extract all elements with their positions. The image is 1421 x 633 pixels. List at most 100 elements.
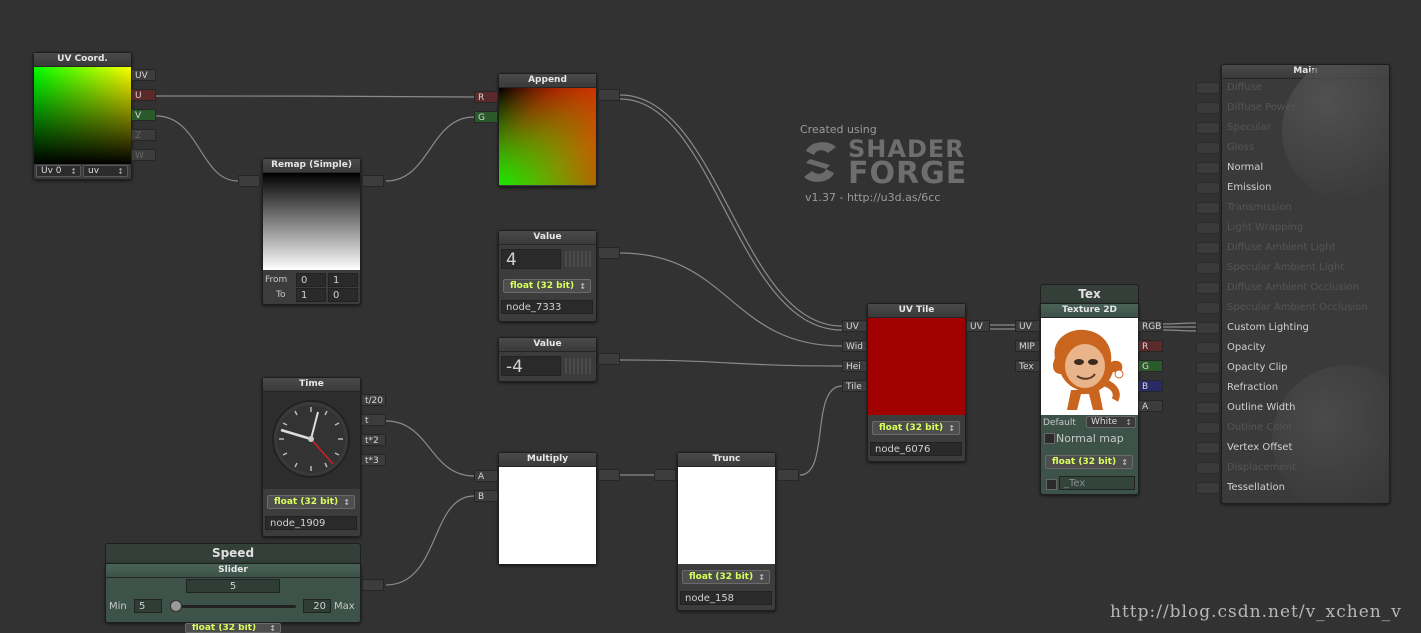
slider-title: Slider	[106, 564, 360, 578]
remap-node[interactable]: Remap (Simple) From 0 1 To 1 0	[262, 158, 361, 305]
time-title: Time	[263, 378, 360, 392]
value-1-field[interactable]: 4	[501, 249, 561, 270]
uvtile-precision-dropdown[interactable]: float (32 bit)	[872, 421, 960, 435]
remap-from-label: From	[265, 275, 288, 285]
uv-mode-dropdown[interactable]: uv	[83, 165, 128, 177]
tex-group-header[interactable]: Tex	[1040, 284, 1139, 304]
slider-value-field[interactable]: 5	[186, 579, 280, 593]
texture2d-precision-dropdown[interactable]: float (32 bit)	[1045, 455, 1133, 469]
slider-node[interactable]: Slider 5 Min 5 20 Max	[105, 563, 361, 623]
remap-to-min-field[interactable]: 1	[296, 288, 326, 302]
remap-to-max-field[interactable]: 0	[328, 288, 358, 302]
texture2d-name-field[interactable]: _Tex	[1059, 476, 1135, 490]
uvtile-port-uv[interactable]: UV	[842, 320, 867, 332]
value-1-output-connector[interactable]	[598, 247, 620, 259]
uv-coord-node[interactable]: UV Coord. Uv 0 uv	[33, 52, 132, 180]
trunc-title: Trunc	[678, 453, 775, 467]
uvtile-port-hei[interactable]: Hei	[842, 360, 867, 372]
append-port-g[interactable]: G	[474, 111, 498, 123]
uv-coord-port-uv[interactable]: UV	[131, 69, 156, 81]
uvtile-name-field[interactable]: node_6076	[870, 442, 962, 456]
speed-group-header[interactable]: Speed	[105, 543, 361, 564]
slider-track[interactable]	[172, 605, 296, 608]
slider-min-field[interactable]: 5	[134, 599, 162, 613]
time-port-t3[interactable]: t*3	[361, 454, 386, 466]
append-port-r[interactable]: R	[474, 91, 498, 103]
remap-preview	[263, 173, 360, 270]
value-1-precision-dropdown[interactable]: float (32 bit)	[503, 279, 591, 293]
multiply-port-a[interactable]: A	[474, 470, 498, 482]
wire-trunc-to-tile	[799, 385, 843, 476]
value-1-name-field[interactable]: node_7333	[501, 300, 593, 314]
uvtile-port-tile[interactable]: Tile	[842, 380, 867, 392]
value-2-field[interactable]: -4	[501, 356, 561, 377]
uv-channel-dropdown[interactable]: Uv 0	[36, 165, 81, 177]
tex-port-g[interactable]: G	[1138, 360, 1163, 372]
trunc-node[interactable]: Trunc float (32 bit) node_158	[677, 452, 776, 611]
value-2-drag-handle[interactable]	[565, 358, 591, 374]
value-2-output-connector[interactable]	[598, 353, 620, 365]
character-image-icon	[1053, 329, 1124, 410]
trunc-input-connector[interactable]	[654, 469, 676, 481]
tex-port-a[interactable]: A	[1138, 400, 1163, 412]
uv-coord-port-v[interactable]: V	[131, 109, 156, 121]
texture2d-property-checkbox[interactable]	[1046, 479, 1057, 490]
multiply-port-b[interactable]: B	[474, 490, 498, 502]
time-port-t20[interactable]: t/20	[361, 394, 386, 406]
slider-max-field[interactable]: 20	[303, 599, 331, 613]
multiply-node[interactable]: Multiply	[498, 452, 597, 565]
wire-v-to-remap	[155, 115, 239, 182]
version-text: v1.37 - http://u3d.as/6cc	[805, 191, 941, 204]
tex-port-b[interactable]: B	[1138, 380, 1163, 392]
time-port-t[interactable]: t	[361, 414, 386, 426]
uvtile-node[interactable]: UV Tile float (32 bit) node_6076	[867, 303, 966, 462]
append-node[interactable]: Append	[498, 73, 597, 187]
trunc-output-connector[interactable]	[777, 469, 799, 481]
time-port-t2[interactable]: t*2	[361, 434, 386, 446]
wire-value1-to-wid	[619, 252, 843, 347]
uv-coord-port-u[interactable]: U	[131, 89, 156, 101]
uvtile-preview	[868, 318, 965, 415]
slider-precision-dropdown[interactable]: float (32 bit)	[185, 623, 281, 633]
value-node-2[interactable]: Value -4	[498, 337, 597, 382]
trunc-precision-dropdown[interactable]: float (32 bit)	[682, 570, 770, 584]
tex-port-uv[interactable]: UV	[1015, 320, 1040, 332]
main-inputs-list: Diffuse Diffuse Power Specular Gloss Nor…	[1196, 81, 1368, 501]
clock-icon	[272, 400, 350, 478]
multiply-output-connector[interactable]	[598, 469, 620, 481]
tex-port-rgb[interactable]: RGB	[1138, 320, 1163, 332]
value-node-1[interactable]: Value 4 float (32 bit) node_7333	[498, 230, 597, 322]
shaderforge-watermark: Created using SHADER FORGE v1.37 - http:…	[800, 123, 970, 208]
tex-port-tex[interactable]: Tex	[1015, 360, 1040, 372]
uv-coord-title: UV Coord.	[34, 53, 131, 67]
uv-coord-port-w[interactable]: W	[131, 149, 156, 161]
remap-from-min-field[interactable]: 0	[296, 273, 326, 287]
texture2d-default-label: Default	[1043, 418, 1076, 428]
value-2-title: Value	[499, 338, 596, 352]
uvtile-port-wid[interactable]: Wid	[842, 340, 867, 352]
remap-to-label: To	[276, 290, 286, 300]
remap-input-connector[interactable]	[238, 175, 260, 187]
slider-output-connector[interactable]	[362, 579, 384, 591]
remap-output-connector[interactable]	[362, 175, 384, 187]
slider-thumb[interactable]	[170, 600, 182, 612]
append-output-connector[interactable]	[598, 89, 620, 101]
normal-map-checkbox[interactable]	[1044, 433, 1055, 444]
time-precision-dropdown[interactable]: float (32 bit)	[267, 495, 355, 509]
time-node[interactable]: Time float (32 bit) node_1909	[262, 377, 361, 537]
uvtile-port-uv-out[interactable]: UV	[966, 320, 990, 332]
wire-time-t-to-multiply-a	[385, 420, 475, 477]
tex-port-r[interactable]: R	[1138, 340, 1163, 352]
slider-min-label: Min	[109, 601, 127, 612]
value-1-drag-handle[interactable]	[565, 251, 591, 267]
value-1-title: Value	[499, 231, 596, 245]
trunc-preview	[678, 467, 775, 564]
trunc-name-field[interactable]: node_158	[680, 591, 772, 605]
remap-from-max-field[interactable]: 1	[328, 273, 358, 287]
texture2d-node[interactable]: Texture 2D Default White Normal map floa…	[1040, 303, 1139, 495]
tex-port-mip[interactable]: MIP	[1015, 340, 1040, 352]
uv-coord-port-z[interactable]: Z	[131, 129, 156, 141]
uvtile-title: UV Tile	[868, 304, 965, 318]
texture2d-default-dropdown[interactable]: White	[1086, 416, 1136, 428]
time-name-field[interactable]: node_1909	[265, 516, 357, 530]
